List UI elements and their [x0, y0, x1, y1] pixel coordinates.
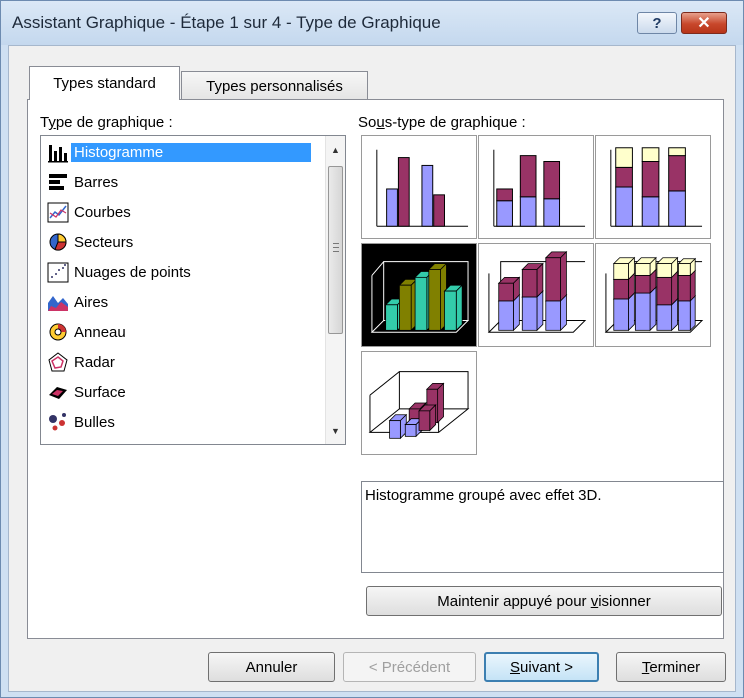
- subtype-100-stacked-column[interactable]: [595, 135, 711, 239]
- chart-wizard-dialog: Assistant Graphique - Étape 1 sur 4 - Ty…: [0, 0, 744, 698]
- area-chart-icon: [45, 290, 71, 314]
- bubble-chart-icon: [45, 410, 71, 434]
- pie-chart-icon: [45, 230, 71, 254]
- scroll-up-arrow-icon[interactable]: ▲: [326, 140, 345, 159]
- tab-panel: Type de graphique : Sous-type de graphiq…: [27, 99, 724, 639]
- chart-type-item-surface[interactable]: Surface: [45, 379, 129, 405]
- chart-type-label: Nuages de points: [74, 263, 191, 281]
- chart-type-label: Histogramme: [71, 142, 311, 162]
- subtype-3d-column[interactable]: [361, 351, 477, 455]
- chart-type-label: Aires: [74, 293, 109, 311]
- tab-custom-types[interactable]: Types personnalisés: [181, 71, 368, 100]
- finish-button-label: Terminer: [641, 658, 701, 676]
- preview-button-label: Maintenir appuyé pour visionner: [437, 592, 651, 610]
- preview-button[interactable]: Maintenir appuyé pour visionner: [366, 586, 722, 616]
- chart-type-list[interactable]: Histogramme Barres Courbes Secteurs Nuages d…: [40, 135, 346, 445]
- close-button[interactable]: ✕: [681, 12, 727, 34]
- list-scrollbar[interactable]: ▲ ▼: [325, 136, 345, 444]
- chart-type-item-bulles[interactable]: Bulles: [45, 409, 118, 435]
- chart-type-item-secteurs[interactable]: Secteurs: [45, 229, 136, 255]
- subtype-description: Histogramme groupé avec effet 3D.: [361, 481, 724, 573]
- chart-type-label: Type de graphique :: [40, 114, 173, 131]
- chart-type-item-courbes[interactable]: Courbes: [45, 199, 134, 225]
- cancel-button[interactable]: Annuler: [208, 652, 335, 682]
- scroll-thumb[interactable]: [328, 166, 343, 334]
- chart-type-item-radar[interactable]: Radar: [45, 349, 118, 375]
- dialog-body: Types standard Types personnalisés Type …: [8, 45, 736, 692]
- chart-type-item-barres[interactable]: Barres: [45, 169, 121, 195]
- subtype-3d-clustered-column[interactable]: [361, 243, 477, 347]
- chart-type-item-nuages-de-points[interactable]: Nuages de points: [45, 259, 194, 285]
- chart-type-item-aires[interactable]: Aires: [45, 289, 111, 315]
- surface-chart-icon: [45, 380, 71, 404]
- scroll-down-arrow-icon[interactable]: ▼: [326, 421, 345, 440]
- chart-type-label: Radar: [74, 353, 115, 371]
- next-button-label: Suivant >: [510, 658, 573, 676]
- finish-button[interactable]: Terminer: [616, 652, 726, 682]
- radar-chart-icon: [45, 350, 71, 374]
- tab-label: Types personnalisés: [206, 77, 343, 95]
- chart-type-label: Bulles: [74, 413, 115, 431]
- back-button[interactable]: < Précédent: [343, 652, 476, 682]
- bar-chart-icon: [45, 170, 71, 194]
- chart-type-label: Secteurs: [74, 233, 134, 251]
- tab-standard-types[interactable]: Types standard: [29, 66, 180, 100]
- line-chart-icon: [45, 200, 71, 224]
- help-button[interactable]: ?: [637, 12, 677, 34]
- subtype-label: Sous-type de graphique :: [358, 114, 526, 131]
- chart-type-label: Anneau: [74, 323, 126, 341]
- chart-type-label: Barres: [74, 173, 119, 191]
- column-chart-icon: [45, 140, 71, 164]
- chart-type-label: Surface: [74, 383, 126, 401]
- help-icon: ?: [652, 14, 662, 32]
- close-icon: ✕: [697, 15, 711, 32]
- subtype-clustered-column[interactable]: [361, 135, 477, 239]
- scroll-grip-icon: [333, 243, 339, 252]
- subtype-stacked-column[interactable]: [478, 135, 594, 239]
- next-button[interactable]: Suivant >: [484, 652, 599, 682]
- window-title: Assistant Graphique - Étape 1 sur 4 - Ty…: [12, 13, 441, 32]
- doughnut-chart-icon: [45, 320, 71, 344]
- chart-type-label: Courbes: [74, 203, 131, 221]
- subtype-3d-stacked-column[interactable]: [478, 243, 594, 347]
- scatter-chart-icon: [45, 260, 71, 284]
- chart-type-item-anneau[interactable]: Anneau: [45, 319, 129, 345]
- chart-type-item-histogramme[interactable]: Histogramme: [45, 139, 311, 165]
- tab-label: Types standard: [53, 75, 156, 92]
- subtype-3d-100-stacked-column[interactable]: [595, 243, 711, 347]
- title-bar: Assistant Graphique - Étape 1 sur 4 - Ty…: [1, 1, 743, 45]
